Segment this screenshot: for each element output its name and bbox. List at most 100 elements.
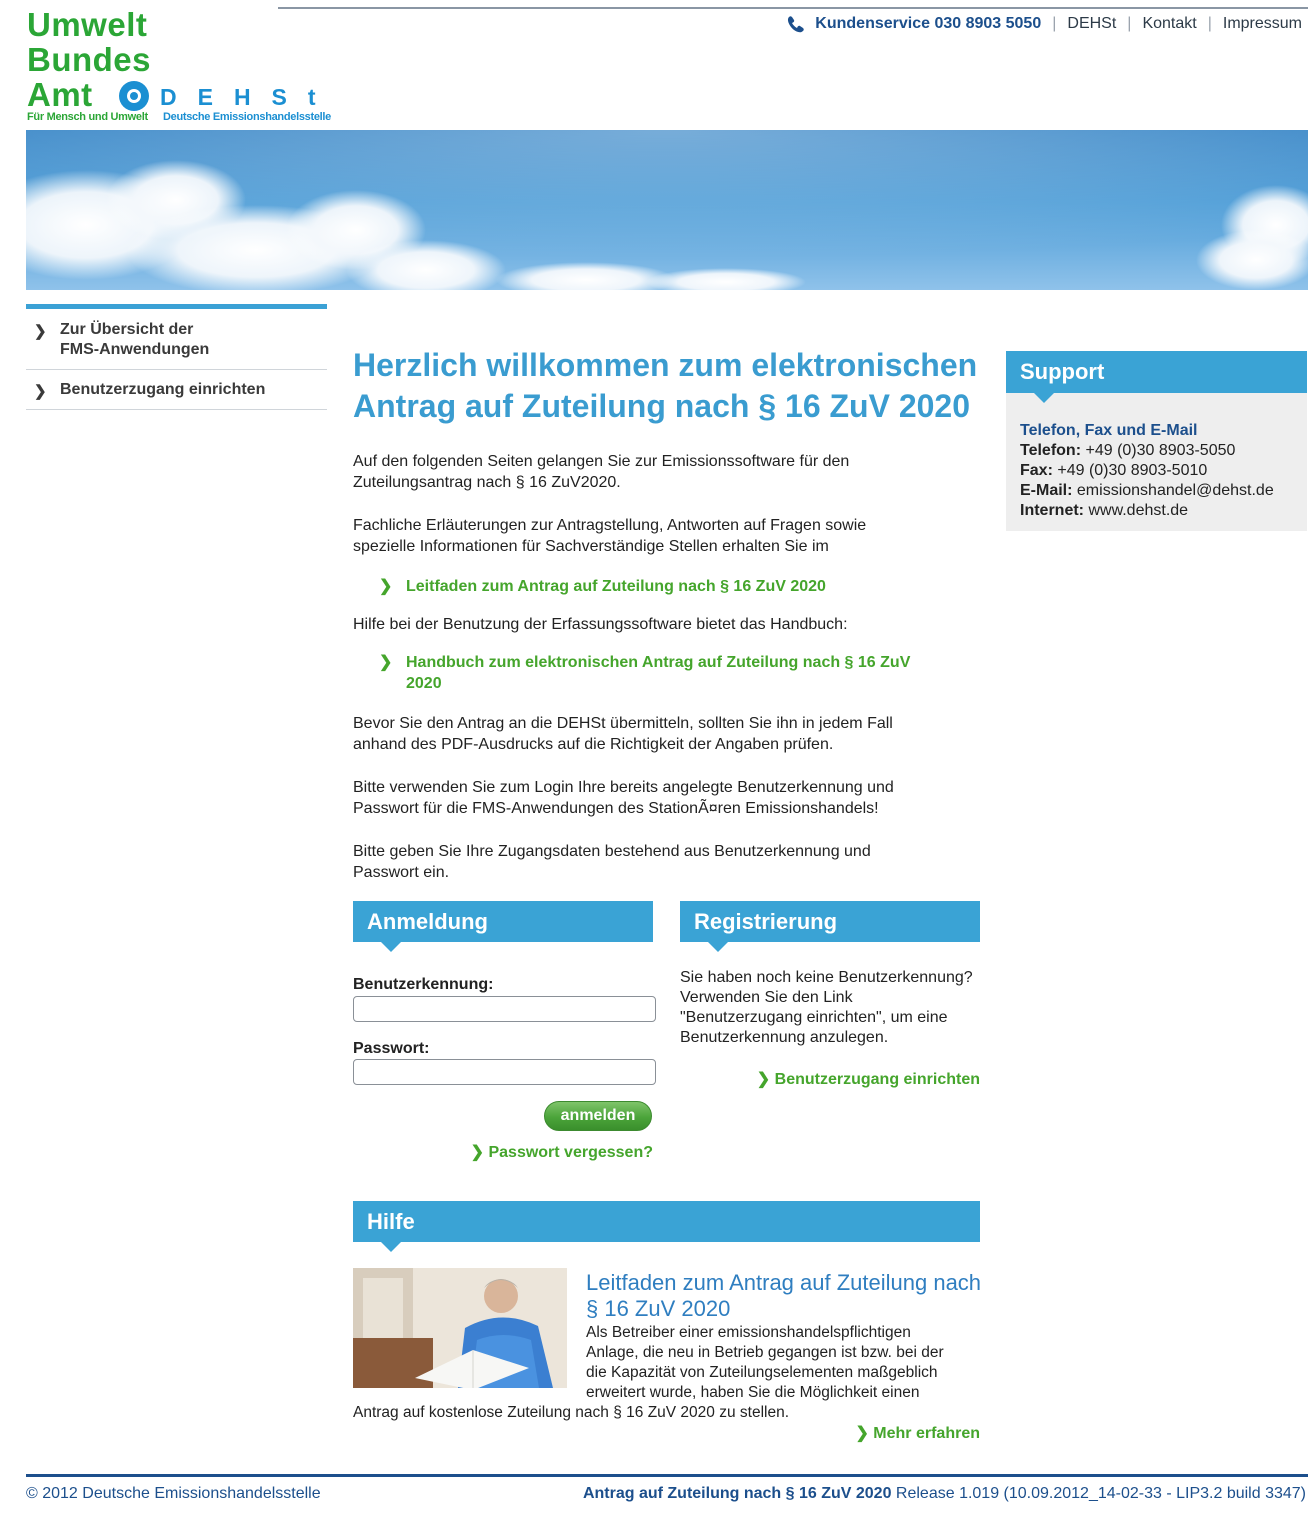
chevron-right-icon: ❯ [379,654,393,671]
nav-link-dehst[interactable]: DEHSt [1067,15,1116,33]
nav-link-impressum[interactable]: Impressum [1223,15,1302,33]
top-divider [278,7,1308,9]
sidebar-item-label: Zur Übersicht der [60,321,194,338]
sidebar-item-fms-overview[interactable]: ❯ Zur Übersicht der FMS-Anwendungen [26,310,327,370]
chevron-right-icon: ❯ [470,1144,485,1161]
support-phone: Telefon: +49 (0)30 8903-5050 [1020,441,1307,461]
customer-service-hotline[interactable]: Kundenservice 030 8903 5050 [815,15,1041,33]
nav-link-kontakt[interactable]: Kontakt [1142,15,1196,33]
register-link-row: ❯ Benutzerzugang einrichten [757,1069,980,1090]
login-panel: Anmeldung [353,901,653,952]
main-content: Herzlich willkommen zum elektronischen A… [353,345,981,883]
leitfaden-link-row: ❯ Leitfaden zum Antrag auf Zuteilung nac… [353,576,981,597]
chevron-right-icon: ❯ [379,578,393,595]
nav-separator: | [1207,15,1212,32]
text-line: anhand des PDF-Ausdrucks auf die Richtig… [353,736,834,753]
link-line: Handbuch zum elektronischen Antrag auf Z… [406,654,911,671]
chevron-right-icon: ❯ [855,1425,869,1442]
text-line: die Kapazität von Zuteilungselementen ma… [586,1364,938,1381]
logo-dehst-letters: DEHSt [160,84,337,110]
footer-release-info: Antrag auf Zuteilung nach § 16 ZuV 2020 … [583,1485,1306,1503]
register-heading: Registrierung [680,901,980,952]
chevron-right-icon: ❯ [756,1071,771,1088]
text-line: spezielle Informationen für Sachverständ… [353,538,829,555]
text-line: Anlage, die neu in Betrieb gegangen ist … [586,1344,944,1361]
page-title-line: Herzlich willkommen zum elektronischen [353,347,978,383]
logo-text-line3: Amt [27,76,93,113]
support-heading: Support [1006,351,1307,403]
support-phone-label: Telefon: [1020,442,1082,459]
forgot-password-link[interactable]: Passwort vergessen? [488,1144,653,1161]
support-fax-label: Fax: [1020,462,1053,479]
login-hint-paragraph: Bitte verwenden Sie zum Login Ihre berei… [353,777,981,819]
learn-more-link[interactable]: Mehr erfahren [873,1425,980,1442]
footer-divider [26,1474,1308,1477]
support-panel: Support Telefon, Fax und E-Mail Telefon:… [1006,351,1307,531]
sidebar-accent-bar [26,304,327,309]
handbuch-link[interactable]: Handbuch zum elektronischen Antrag auf Z… [406,652,981,694]
page-title: Herzlich willkommen zum elektronischen A… [353,345,981,427]
help-panel: Hilfe [353,1201,980,1252]
top-navigation: Kundenservice 030 8903 5050 | DEHSt | Ko… [785,15,1302,33]
logo-subtitle-uba: Für Mensch und Umwelt [27,111,148,123]
text-line: Passwort für die FMS-Anwendungen des Sta… [353,800,879,817]
password-input[interactable] [353,1059,656,1085]
support-subtitle: Telefon, Fax und E-Mail [1020,422,1198,439]
support-email-value[interactable]: emissionshandel@dehst.de [1077,482,1274,499]
credentials-paragraph: Bitte geben Sie Ihre Zugangsdaten besteh… [353,841,981,883]
logo-text-line1: Umwelt [27,6,148,43]
text-line: erweitert wurde, haben Sie die Möglichke… [586,1384,920,1401]
help-article-text: Als Betreiber einer emissionshandelspfli… [586,1323,986,1403]
handbook-intro: Hilfe bei der Benutzung der Erfassungsso… [353,616,848,633]
chevron-right-icon: ❯ [34,383,47,400]
help-article: Leitfaden zum Antrag auf Zuteilung nach … [586,1270,986,1403]
text-line: Als Betreiber einer emissionshandelspfli… [586,1324,911,1341]
title-line: § 16 ZuV 2020 [586,1296,731,1321]
title-line: Leitfaden zum Antrag auf Zuteilung nach [586,1270,982,1295]
link-line: 2020 [406,675,442,692]
support-email-label: E-Mail: [1020,482,1073,499]
more-link-row: ❯ Mehr erfahren [855,1423,980,1444]
sidebar-item-label: Benutzerzugang einrichten [60,381,266,398]
logo-subtitle-dehst: Deutsche Emissionshandelsstelle [163,111,331,123]
create-account-link[interactable]: Benutzerzugang einrichten [775,1071,980,1088]
login-button[interactable]: anmelden [544,1101,652,1131]
support-web-label: Internet: [1020,502,1084,519]
text-line: Auf den folgenden Seiten gelangen Sie zu… [353,453,850,470]
footer-release: Release 1.019 (10.09.2012_14-02-33 - LIP… [891,1485,1306,1502]
support-web: Internet: www.dehst.de [1020,501,1307,521]
sidebar-navigation: ❯ Zur Übersicht der FMS-Anwendungen ❯ Be… [26,310,327,410]
support-email: E-Mail: emissionshandel@dehst.de [1020,481,1307,501]
help-article-title[interactable]: Leitfaden zum Antrag auf Zuteilung nach … [586,1270,986,1322]
username-label: Benutzerkennung: [353,976,494,993]
page-title-line: Antrag auf Zuteilung nach § 16 ZuV 2020 [353,388,971,424]
text-line: Sie haben noch keine Benutzerkennung? [680,969,973,986]
text-line: Bitte verwenden Sie zum Login Ihre berei… [353,779,894,796]
text-line: Fachliche Erläuterungen zur Antragstellu… [353,517,867,534]
help-teaser-image[interactable] [353,1268,567,1388]
username-input[interactable] [353,996,656,1022]
login-heading: Anmeldung [353,901,653,952]
sidebar-item-create-account[interactable]: ❯ Benutzerzugang einrichten [26,370,327,410]
handbuch-link-row: ❯ Handbuch zum elektronischen Antrag auf… [353,652,981,694]
support-web-value[interactable]: www.dehst.de [1088,502,1188,519]
leitfaden-link[interactable]: Leitfaden zum Antrag auf Zuteilung nach … [406,578,826,595]
chevron-right-icon: ❯ [34,323,47,340]
uba-dehst-logo[interactable]: Umwelt Bundes Amt DEHSt Für Mensch und U… [27,8,347,128]
footer-app-name: Antrag auf Zuteilung nach § 16 ZuV 2020 [582,1485,892,1502]
password-label: Passwort: [353,1040,430,1057]
logo-text-line2: Bundes [27,41,152,78]
text-line: Verwenden Sie den Link [680,989,853,1006]
register-text: Sie haben noch keine Benutzerkennung? Ve… [680,968,985,1048]
guidance-paragraph: Fachliche Erläuterungen zur Antragstellu… [353,515,981,557]
intro-paragraph: Auf den folgenden Seiten gelangen Sie zu… [353,451,981,493]
register-panel: Registrierung [680,901,980,952]
support-fax: Fax: +49 (0)30 8903-5010 [1020,461,1307,481]
text-line: Benutzerkennung anzulegen. [680,1029,889,1046]
sidebar-item-label: FMS-Anwendungen [60,341,210,358]
text-line: "Benutzerzugang einrichten", um eine [680,1009,948,1026]
phone-icon [788,16,805,33]
support-details: Telefon, Fax und E-Mail Telefon: +49 (0)… [1006,393,1307,521]
sky-banner-image [26,130,1308,290]
help-heading: Hilfe [353,1201,980,1252]
